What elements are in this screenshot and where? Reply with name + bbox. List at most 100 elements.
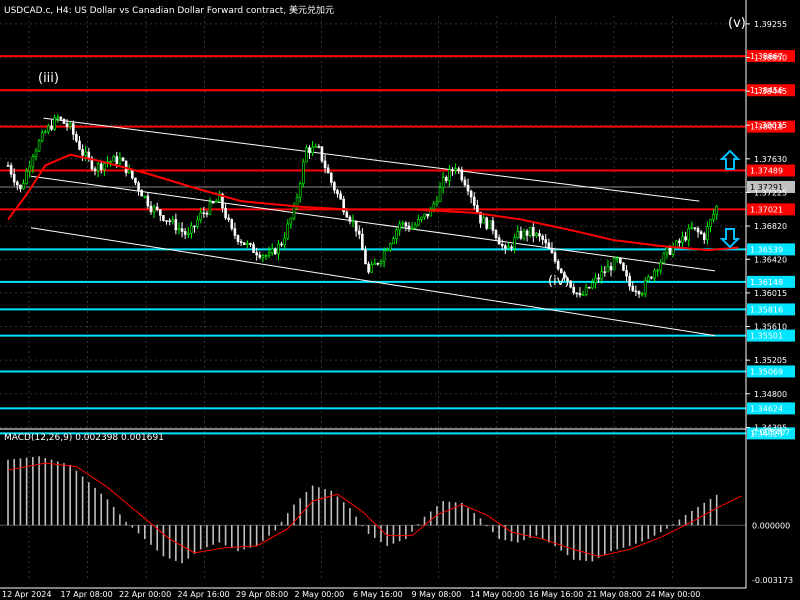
candle-body	[606, 266, 610, 273]
candle-body	[292, 206, 296, 219]
macd-bar	[473, 513, 476, 526]
macd-bar	[591, 525, 594, 562]
channel-lines	[31, 117, 715, 337]
price-tick-label: 1.37225	[754, 188, 787, 197]
candle-body	[625, 270, 628, 277]
candle-body	[404, 222, 408, 227]
candle-body	[93, 168, 97, 172]
candle-body	[345, 211, 349, 218]
macd-bar	[299, 498, 301, 526]
candle-body	[22, 183, 25, 190]
macd-bar	[349, 508, 351, 526]
candle-body	[19, 184, 22, 190]
candle-body	[457, 168, 461, 171]
candle-body	[441, 177, 445, 188]
candle-body	[715, 206, 719, 215]
macd-bar	[423, 516, 426, 526]
macd-bar	[417, 524, 420, 526]
candle-body	[53, 117, 56, 130]
candle-body	[385, 249, 389, 252]
candle-body	[131, 169, 134, 179]
macd-bar	[641, 525, 643, 542]
time-tick-label: 22 Apr 00:00	[119, 590, 171, 599]
candle-body	[494, 230, 498, 239]
candle-body	[584, 286, 588, 296]
support-level-label: 1.34624	[750, 404, 783, 413]
candle-body	[619, 257, 622, 264]
candle-body	[622, 262, 625, 271]
macd-bar	[75, 470, 78, 526]
candle-body	[320, 146, 324, 162]
candle-body	[81, 149, 84, 156]
candle-body	[413, 224, 417, 229]
resistance-level-label: 1.37021	[750, 205, 783, 214]
candle-body	[389, 243, 392, 251]
candle-body	[109, 160, 112, 163]
candle-body	[513, 237, 516, 249]
up-arrow-icon	[719, 149, 741, 170]
time-tick-label: 17 Apr 08:00	[61, 590, 113, 599]
macd-bar	[342, 502, 345, 526]
macd-bar	[373, 525, 376, 538]
candle-body	[137, 182, 140, 191]
candle-body	[190, 225, 193, 234]
candle-body	[43, 131, 47, 134]
candle-body	[50, 125, 53, 130]
macd-bar	[44, 457, 47, 526]
candle-body	[550, 248, 554, 254]
support-level-label: 1.36539	[750, 245, 783, 254]
candle-body	[575, 292, 579, 295]
macd-bar	[286, 513, 289, 526]
candle-body	[295, 196, 299, 207]
candle-body	[40, 132, 44, 142]
candle-body	[308, 147, 311, 154]
macd-bar	[280, 521, 283, 526]
candle-body	[435, 201, 439, 205]
macd-bar	[168, 525, 171, 559]
candle-body	[280, 243, 283, 246]
price-tick-label: 1.36820	[754, 222, 787, 231]
candle-body	[600, 271, 603, 280]
candle-body	[34, 150, 38, 158]
price-tick-label: 1.36015	[754, 289, 787, 298]
candle-body	[507, 246, 510, 249]
candle-body	[693, 227, 697, 229]
candle-body	[392, 238, 395, 245]
macd-bar	[610, 525, 612, 552]
macd-bar	[461, 502, 463, 526]
candle-body	[12, 173, 16, 183]
candle-body	[684, 236, 687, 241]
macd-signal-line	[7, 462, 742, 557]
candle-body	[199, 212, 203, 221]
macd-bar	[392, 525, 395, 544]
macd-bar	[69, 464, 71, 526]
candle-body	[556, 260, 560, 270]
candle-body	[171, 219, 175, 222]
macd-bar	[523, 525, 525, 541]
macd-bar	[653, 525, 656, 536]
candle-body	[656, 269, 659, 272]
candle-body	[224, 207, 227, 219]
resistance-level-label: 1.37489	[750, 167, 783, 176]
candle-body	[538, 233, 541, 237]
price-candles	[6, 114, 719, 299]
candle-body	[367, 263, 370, 273]
candle-body	[469, 190, 473, 198]
price-tick-label: 1.38035	[754, 121, 787, 130]
price-tick-label: 1.34395	[754, 423, 787, 432]
candle-body	[230, 219, 234, 229]
candle-body	[410, 227, 414, 230]
candle-body	[305, 147, 308, 163]
candle-body	[202, 212, 206, 215]
macd-bar	[143, 525, 146, 540]
macd-bar	[206, 525, 208, 548]
macd-tick-label: 0.000000	[752, 521, 790, 530]
candle-body	[155, 206, 159, 210]
candle-body	[140, 189, 143, 197]
candle-body	[432, 203, 436, 210]
candle-body	[75, 134, 78, 142]
candle-body	[451, 169, 454, 172]
candle-body	[258, 254, 262, 258]
moving-average	[7, 153, 739, 252]
candle-body	[333, 182, 336, 191]
